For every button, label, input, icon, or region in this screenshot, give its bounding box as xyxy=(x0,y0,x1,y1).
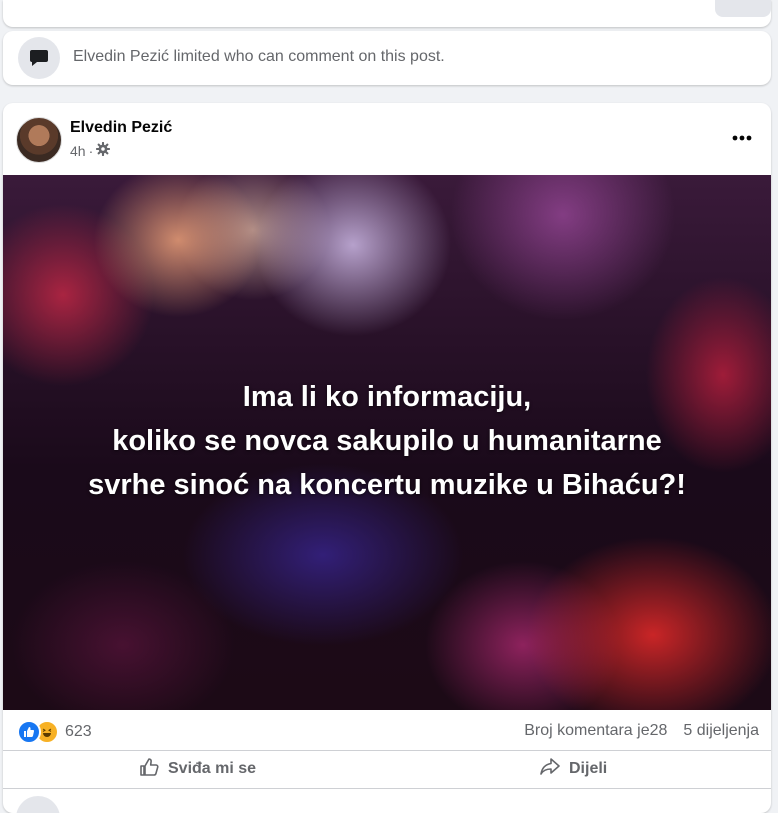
image-text: Ima li ko informaciju, koliko se novca s… xyxy=(3,375,771,507)
post-card: Elvedin Pezić 4h · Ima li ko informaciju… xyxy=(3,103,771,813)
author-avatar[interactable] xyxy=(16,117,62,163)
like-label: Sviđa mi se xyxy=(168,760,257,777)
like-reaction-icon xyxy=(17,720,41,744)
previous-card xyxy=(3,0,771,27)
more-options-icon[interactable] xyxy=(727,123,757,153)
share-button[interactable]: Dijeli xyxy=(539,751,607,787)
like-button[interactable]: Sviđa mi se xyxy=(138,751,256,787)
comments-count[interactable]: Broj komentara je28 xyxy=(524,722,667,740)
engagement-counts: Broj komentara je28 5 dijeljenja xyxy=(524,722,759,740)
comment-bubble-icon xyxy=(18,37,60,79)
share-label: Dijeli xyxy=(569,760,608,777)
post-stats: 623 Broj komentara je28 5 dijeljenja xyxy=(3,710,771,752)
divider xyxy=(3,788,771,789)
next-avatar xyxy=(16,796,60,813)
notice-text: Elvedin Pezić limited who can comment on… xyxy=(73,48,445,65)
gear-icon[interactable] xyxy=(96,141,111,159)
thumbs-up-icon xyxy=(138,756,160,783)
meta-separator: · xyxy=(88,142,94,159)
share-arrow-icon xyxy=(539,756,561,783)
shares-count[interactable]: 5 dijeljenja xyxy=(683,722,759,740)
image-text-line: koliko se novca sakupilo u humanitarne xyxy=(112,425,662,457)
author-name[interactable]: Elvedin Pezić xyxy=(70,119,172,137)
post-meta: 4h · xyxy=(70,141,111,159)
image-text-line: Ima li ko informaciju, xyxy=(242,381,532,413)
post-image[interactable]: Ima li ko informaciju, koliko se novca s… xyxy=(3,175,771,710)
reactions-summary[interactable]: 623 xyxy=(17,720,92,744)
reaction-count: 623 xyxy=(65,723,92,740)
post-actions: Sviđa mi se Dijeli xyxy=(3,750,771,787)
comment-limit-notice: Elvedin Pezić limited who can comment on… xyxy=(3,31,771,85)
post-time[interactable]: 4h xyxy=(70,143,86,159)
image-text-line: svrhe sinoć na koncertu muzike u Bihaću?… xyxy=(88,469,686,501)
previous-card-button[interactable] xyxy=(715,0,771,17)
